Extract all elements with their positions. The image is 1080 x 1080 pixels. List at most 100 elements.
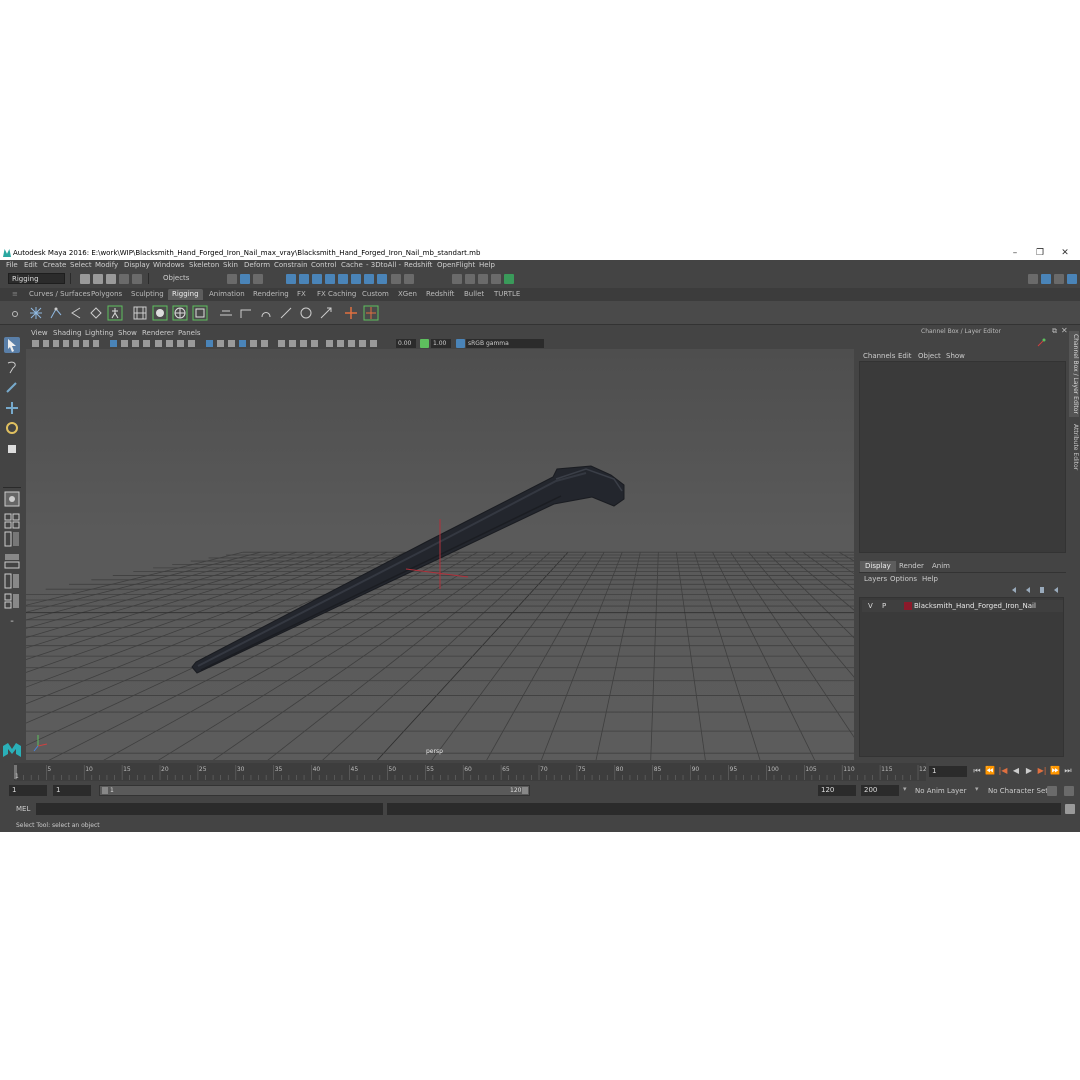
tab-turtle[interactable]: TURTLE xyxy=(490,289,524,300)
insert-joint-icon[interactable] xyxy=(88,305,104,321)
redo-icon[interactable] xyxy=(132,274,142,284)
hypershade-icon[interactable] xyxy=(491,274,501,284)
viewport-menu-panels[interactable]: Panels xyxy=(178,329,201,337)
paint-select-icon[interactable] xyxy=(4,379,20,395)
snap-curve-icon[interactable] xyxy=(299,274,309,284)
toggle-tool-settings-icon[interactable] xyxy=(1054,274,1064,284)
character-set-chevron-icon[interactable]: ▾ xyxy=(975,785,979,793)
quick-rig-icon[interactable] xyxy=(107,305,123,321)
lock-icon[interactable] xyxy=(391,274,401,284)
viewport-menu-renderer[interactable]: Renderer xyxy=(142,329,174,337)
wrap-deformer-icon[interactable] xyxy=(298,305,314,321)
menu-select[interactable]: Select xyxy=(70,261,92,269)
new-scene-icon[interactable] xyxy=(80,274,90,284)
wire-deformer-icon[interactable] xyxy=(218,305,234,321)
render-settings-icon[interactable] xyxy=(478,274,488,284)
animation-start-field[interactable]: 1 xyxy=(9,785,47,796)
object-menu[interactable]: Object xyxy=(918,352,941,360)
lattice-icon[interactable] xyxy=(172,305,188,321)
step-back-icon[interactable]: ⏪ xyxy=(985,766,995,776)
perspective-viewport[interactable]: persp xyxy=(26,349,854,760)
channels-menu[interactable]: Channels xyxy=(863,352,895,360)
locator-icon[interactable] xyxy=(343,305,359,321)
selection-mode-label[interactable]: Objects xyxy=(163,274,189,282)
persp-graph-icon[interactable] xyxy=(4,553,20,569)
options-menu[interactable]: Options xyxy=(890,575,917,583)
snap-surface-icon[interactable] xyxy=(338,274,348,284)
menu-redshift[interactable]: Redshift xyxy=(404,261,432,269)
range-end-handle[interactable] xyxy=(522,787,528,794)
tab-animation[interactable]: Animation xyxy=(205,289,249,300)
step-forward-icon[interactable]: ⏩ xyxy=(1050,766,1060,776)
viewport-toolbar-icons[interactable] xyxy=(30,339,390,348)
modeling-toolkit-icon[interactable] xyxy=(1028,274,1038,284)
snap-point-icon[interactable] xyxy=(312,274,322,284)
tab-fx[interactable]: FX xyxy=(293,289,310,300)
character-set-dropdown[interactable]: No Character Set xyxy=(988,787,1048,795)
tab-render-layers[interactable]: Render xyxy=(894,561,929,572)
rotate-tool-icon[interactable] xyxy=(4,420,20,436)
layer-visibility-toggle[interactable]: V xyxy=(868,602,873,610)
ik-handle-icon[interactable] xyxy=(48,305,64,321)
anim-layer-dropdown[interactable]: No Anim Layer xyxy=(915,787,966,795)
layer-color-swatch[interactable] xyxy=(904,602,912,610)
layer-name[interactable]: Blacksmith_Hand_Forged_Iron_Nail xyxy=(914,602,1036,610)
layer-action-icons[interactable] xyxy=(1010,586,1064,595)
select-tool-icon[interactable] xyxy=(4,337,20,353)
menu-skeleton[interactable]: Skeleton xyxy=(189,261,219,269)
render-view-icon[interactable] xyxy=(504,274,514,284)
open-scene-icon[interactable] xyxy=(93,274,103,284)
ipr-render-icon[interactable] xyxy=(465,274,475,284)
layers-menu[interactable]: Layers xyxy=(864,575,887,583)
playback-end-field[interactable]: 120 xyxy=(818,785,856,796)
go-to-start-icon[interactable]: ⏮ xyxy=(972,766,982,776)
hypershade-layout-icon[interactable] xyxy=(4,573,20,589)
menu-3dtoall[interactable]: - 3DtoAll - xyxy=(366,261,401,269)
range-bar[interactable]: 1 120 xyxy=(99,785,530,796)
animation-end-field[interactable]: 200 xyxy=(861,785,899,796)
menu-openflight[interactable]: OpenFlight xyxy=(437,261,475,269)
symmetry-icon[interactable] xyxy=(404,274,414,284)
joint-tool-icon[interactable] xyxy=(28,305,44,321)
side-tab-channel-box[interactable]: Channel Box / Layer Editor xyxy=(1069,331,1079,417)
tab-rendering[interactable]: Rendering xyxy=(249,289,293,300)
tab-custom[interactable]: Custom xyxy=(358,289,393,300)
channel-box-key-icon[interactable] xyxy=(1036,338,1046,348)
command-language-toggle[interactable]: MEL xyxy=(16,805,30,813)
menu-deform[interactable]: Deform xyxy=(244,261,270,269)
single-perspective-view-icon[interactable] xyxy=(4,491,20,507)
play-backward-icon[interactable]: ◀ xyxy=(1011,766,1021,776)
tab-anim-layers[interactable]: Anim xyxy=(927,561,955,572)
paint-weights-icon[interactable] xyxy=(152,305,168,321)
edit-menu[interactable]: Edit xyxy=(898,352,912,360)
tab-rigging[interactable]: Rigging xyxy=(168,289,203,300)
viewport-menu-lighting[interactable]: Lighting xyxy=(85,329,113,337)
menu-create[interactable]: Create xyxy=(43,261,66,269)
side-tab-attribute-editor[interactable]: Attribute Editor xyxy=(1069,421,1079,473)
float-panel-icon[interactable]: ⧉ xyxy=(1052,327,1057,336)
maximize-button[interactable]: ❐ xyxy=(1033,247,1047,259)
menu-help[interactable]: Help xyxy=(479,261,495,269)
menu-set-dropdown[interactable]: Rigging xyxy=(8,273,65,284)
snap-live-icon[interactable] xyxy=(377,274,387,284)
menu-file[interactable]: File xyxy=(6,261,18,269)
select-hierarchy-icon[interactable] xyxy=(227,274,237,284)
snap-grid-icon[interactable] xyxy=(286,274,296,284)
bind-skin-icon[interactable] xyxy=(132,305,148,321)
tab-bullet[interactable]: Bullet xyxy=(460,289,488,300)
menu-windows[interactable]: Windows xyxy=(153,261,184,269)
menu-cache[interactable]: Cache xyxy=(341,261,363,269)
toggle-channel-box-icon[interactable] xyxy=(1067,274,1077,284)
shelf-menu-icon[interactable]: ≡ xyxy=(8,289,22,300)
shelf-options-icon[interactable] xyxy=(10,309,20,319)
time-slider-ruler[interactable]: 5 10 15 20 25 30 35 40 45 50 55 60 65 70 75 80 85 90 95 100… xyxy=(14,763,931,781)
soft-mod-icon[interactable] xyxy=(278,305,294,321)
lasso-tool-icon[interactable] xyxy=(4,359,20,375)
playback-start-field[interactable]: 1 xyxy=(53,785,91,796)
bend-deformer-icon[interactable] xyxy=(238,305,254,321)
menu-display[interactable]: Display xyxy=(124,261,150,269)
scale-tool-icon[interactable] xyxy=(4,441,20,457)
current-frame-field[interactable]: 1 xyxy=(929,766,967,777)
outliner-layout-icon[interactable] xyxy=(4,593,20,609)
exposure-field[interactable]: 0.00 xyxy=(396,339,416,348)
